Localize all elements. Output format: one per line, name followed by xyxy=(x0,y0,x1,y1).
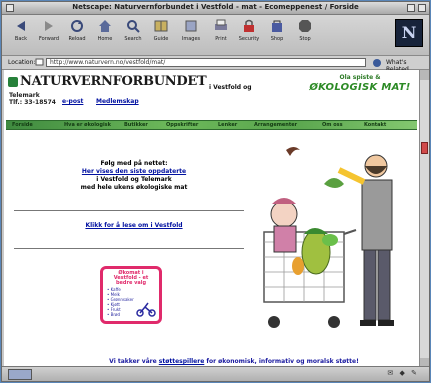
eco-question: Ola spiste & xyxy=(339,74,381,81)
nav-item-3[interactable]: Oppskrifter xyxy=(166,122,198,128)
nav-bar: Forside Hva er økologisk Butikker Oppskr… xyxy=(6,120,417,130)
print-button[interactable]: Print xyxy=(208,18,234,52)
thanks-line: Vi takker våre støttespillere for økonom… xyxy=(64,358,404,365)
forward-label: Forward xyxy=(38,36,60,42)
shopping-illustration xyxy=(263,147,394,328)
location-input[interactable]: http://www.naturvern.no/vestfold/mat/ xyxy=(46,58,366,67)
images-button[interactable]: Images xyxy=(178,18,204,52)
email-link[interactable]: e-post xyxy=(62,98,83,105)
shop-button[interactable]: Shop xyxy=(264,18,290,52)
leaf-logo-icon xyxy=(8,76,18,87)
images-label: Images xyxy=(181,36,201,42)
vegetables xyxy=(292,228,338,275)
home-icon xyxy=(99,20,111,32)
guide-button[interactable]: Guide xyxy=(148,18,174,52)
page-content: NATURVERNFORBUNDET Telemark Tlf.: 33-185… xyxy=(4,70,421,368)
search-button[interactable]: Search xyxy=(120,18,146,52)
divider-2 xyxy=(14,248,244,249)
nav-item-2[interactable]: Butikker xyxy=(124,122,148,128)
region-title: i Vestfold og xyxy=(209,84,252,91)
browser-window: Netscape: Naturvernforbundet i Vestfold … xyxy=(1,1,430,382)
flying-bird-icon xyxy=(286,147,300,156)
security-label: Security xyxy=(238,36,260,42)
info-text: Klikk for å lese om i Vestfold xyxy=(44,222,224,230)
supporters-link[interactable]: støttespillere xyxy=(159,358,205,365)
reload-button[interactable]: Reload xyxy=(64,18,90,52)
intro-line3: i Vestfold og Telemark xyxy=(96,176,172,183)
forward-arrow-icon xyxy=(45,21,53,31)
intro-line1: Følg med på nettet: xyxy=(100,160,168,167)
forward-button[interactable]: Forward xyxy=(36,18,62,52)
nav-item-5[interactable]: Arrangementer xyxy=(254,122,297,128)
netscape-logo[interactable]: N xyxy=(395,19,423,47)
eco-badge[interactable]: Økomat i Vestfold - et bedre valg • Kaff… xyxy=(100,266,162,324)
scroll-up-arrow[interactable] xyxy=(420,70,429,80)
stop-button[interactable]: Stop xyxy=(292,18,318,52)
divider-1 xyxy=(14,210,244,211)
home-button[interactable]: Home xyxy=(92,18,118,52)
vertical-scrollbar[interactable] xyxy=(419,70,429,368)
intro-text: Følg med på nettet: Her vises den siste … xyxy=(44,160,224,192)
close-box[interactable] xyxy=(6,4,14,12)
nav-item-7[interactable]: Kontakt xyxy=(364,122,386,128)
images-icon xyxy=(185,20,197,32)
back-arrow-icon xyxy=(17,21,25,31)
page-proxy-icon[interactable] xyxy=(35,58,44,66)
org-sub-line1: Telemark xyxy=(9,92,40,99)
collapse-box[interactable] xyxy=(418,4,426,12)
back-button[interactable]: Back xyxy=(8,18,34,52)
print-label: Print xyxy=(215,36,227,42)
intro-link[interactable]: Her vises den siste oppdaterte xyxy=(44,168,224,176)
org-sub-line2: Tlf.: 33-18574 xyxy=(9,99,56,106)
guide-label: Guide xyxy=(153,36,169,42)
security-status-icon[interactable] xyxy=(8,369,32,380)
membership-link[interactable]: Medlemskap xyxy=(96,98,139,105)
location-bar: Location: http://www.naturvern.no/vestfo… xyxy=(2,56,429,73)
badge-list: • Kaffe • Melk • Grønnsaker • Kjøtt • Fr… xyxy=(107,287,134,317)
eco-headline: ØKOLOGISK MAT! xyxy=(309,82,411,93)
badge-title: Økomat i Vestfold - et bedre valg xyxy=(113,270,149,286)
toolbar: Back Forward Reload Home Search Guide Im… xyxy=(2,15,429,56)
security-lock-icon xyxy=(244,19,254,32)
location-label: Location: xyxy=(8,59,36,66)
reload-icon xyxy=(71,20,83,32)
info-link[interactable]: Klikk for å lese om i Vestfold xyxy=(44,222,224,230)
related-icon[interactable] xyxy=(372,58,382,67)
security-button[interactable]: Security xyxy=(236,18,262,52)
baby-figure xyxy=(270,198,298,253)
reload-label: Reload xyxy=(68,36,86,42)
nav-item-0[interactable]: Forside xyxy=(12,122,33,128)
stop-icon xyxy=(299,20,311,32)
guide-icon xyxy=(154,20,168,32)
scroll-thumb[interactable] xyxy=(421,142,428,154)
shop-label: Shop xyxy=(270,36,284,42)
component-bar[interactable]: ✉ ◆ ✎ xyxy=(387,369,419,377)
home-label: Home xyxy=(97,36,113,42)
nav-item-4[interactable]: Lenker xyxy=(218,122,237,128)
title-bar[interactable]: Netscape: Naturvernforbundet i Vestfold … xyxy=(2,2,429,15)
shop-icon xyxy=(272,20,282,32)
stop-label: Stop xyxy=(299,36,311,42)
nav-item-6[interactable]: Om oss xyxy=(322,122,343,128)
thanks-pre: Vi takker våre xyxy=(109,358,157,365)
window-title: Netscape: Naturvernforbundet i Vestfold … xyxy=(72,3,359,11)
zoom-box[interactable] xyxy=(407,4,415,12)
thanks-post: for økonomisk, informativ og moralsk stø… xyxy=(206,358,359,365)
logo-text: NATURVERNFORBUNDET xyxy=(20,74,207,89)
back-label: Back xyxy=(14,36,28,42)
cyclist-icon xyxy=(136,302,156,317)
badge-item: • Brød xyxy=(107,312,121,317)
nav-item-1[interactable]: Hva er økologisk xyxy=(64,122,111,128)
intro-line4: med hele ukens økologiske mat xyxy=(80,184,188,191)
status-bar: ✉ ◆ ✎ xyxy=(2,366,429,381)
search-icon xyxy=(127,20,140,33)
search-label: Search xyxy=(124,36,142,42)
site-logo[interactable]: NATURVERNFORBUNDET xyxy=(8,74,207,89)
print-icon xyxy=(215,19,227,30)
org-address: Telemark Tlf.: 33-18574 xyxy=(9,92,56,106)
